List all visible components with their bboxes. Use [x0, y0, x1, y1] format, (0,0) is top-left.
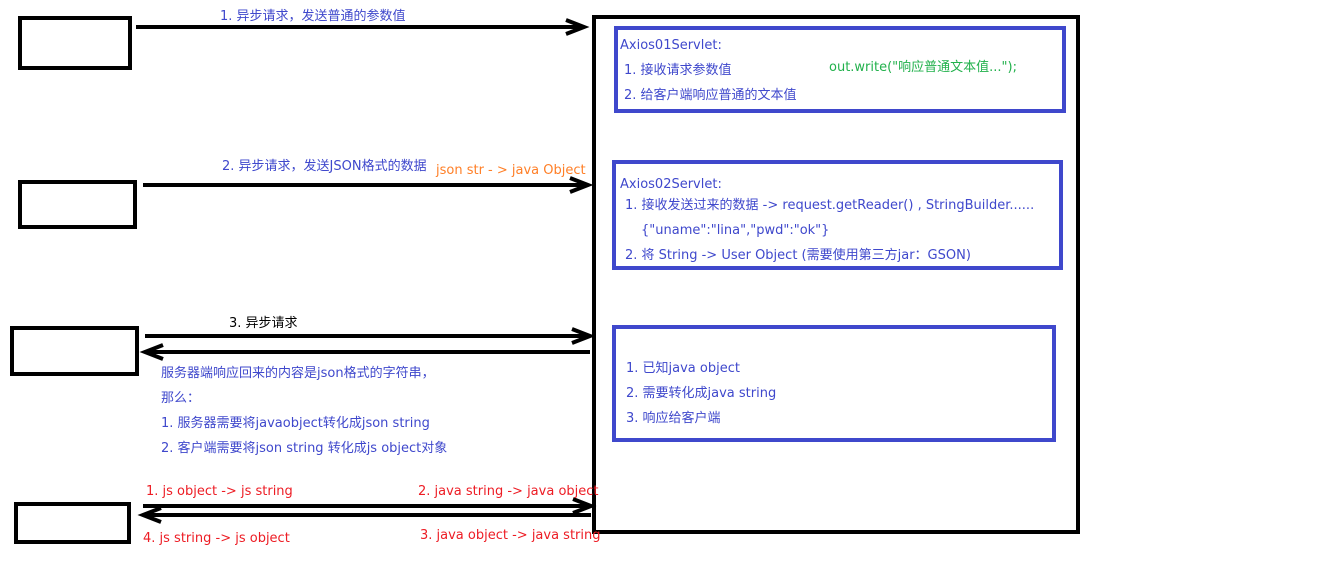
flow3-note-line2: 那么：	[161, 391, 201, 406]
flow2-request-label: 2. 异步请求，发送JSON格式的数据	[222, 159, 427, 174]
servlet2-step2: 2. 将 String -> User Object (需要使用第三方jar：G…	[625, 248, 971, 263]
client-box-2	[18, 180, 137, 229]
servlet2-title: Axios02Servlet:	[620, 177, 722, 192]
diagram-canvas: 1. 异步请求，发送普通的参数值 Axios01Servlet: 1. 接收请求…	[0, 0, 1340, 569]
servlet3-step1: 1. 已知java object	[626, 361, 740, 376]
client-box-3	[10, 326, 139, 376]
flow4-server-step3: 3. java object -> java string	[420, 528, 601, 543]
flow4-client-step1: 1. js object -> js string	[146, 484, 293, 499]
flow4-server-step2: 2. java string -> java object	[418, 484, 599, 499]
servlet1-step1: 1. 接收请求参数值	[624, 63, 732, 78]
servlet2-step1: 1. 接收发送过来的数据 -> request.getReader() , St…	[625, 198, 1035, 213]
servlet3-step2: 2. 需要转化成java string	[626, 386, 777, 401]
flow4-client-step4: 4. js string -> js object	[143, 531, 290, 546]
servlet2-example: {"uname":"lina","pwd":"ok"}	[641, 223, 830, 238]
flow2-conversion: json str - > java Object	[436, 163, 586, 178]
servlet1-step2: 2. 给客户端响应普通的文本值	[624, 88, 797, 103]
flow3-note-line1: 服务器端响应回来的内容是json格式的字符串，	[161, 366, 435, 381]
flow1-request-label: 1. 异步请求，发送普通的参数值	[220, 9, 406, 24]
servlet3-step3: 3. 响应给客户端	[626, 411, 721, 426]
servlet1-code: out.write("响应普通文本值...");	[829, 60, 1017, 75]
flow3-request-label: 3. 异步请求	[229, 316, 298, 331]
client-box-1	[18, 16, 132, 70]
flow3-note-line4: 2. 客户端需要将json string 转化成js object对象	[161, 441, 448, 456]
flow3-note-line3: 1. 服务器需要将javaobject转化成json string	[161, 416, 430, 431]
client-box-4	[14, 502, 131, 544]
servlet1-title: Axios01Servlet:	[620, 38, 722, 53]
